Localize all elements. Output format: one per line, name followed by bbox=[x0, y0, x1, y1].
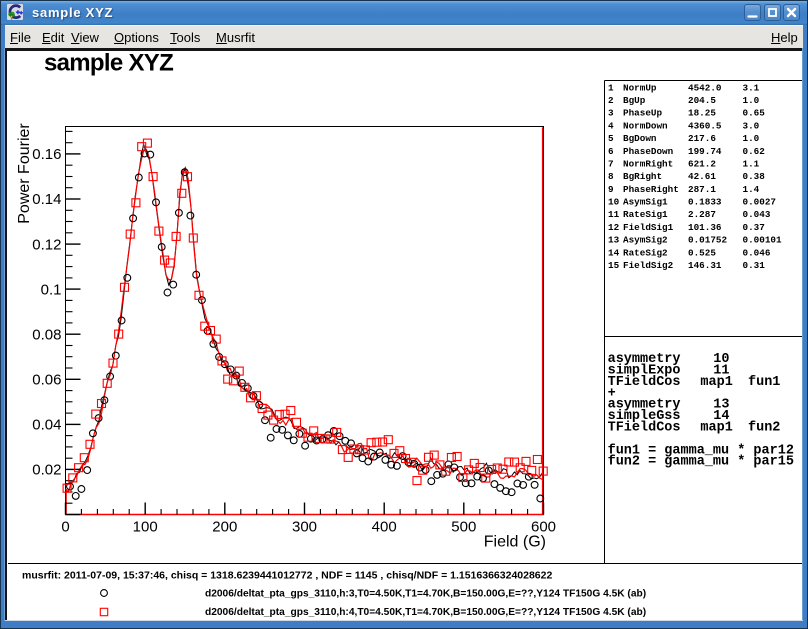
svg-text:0: 0 bbox=[61, 519, 69, 536]
svg-text:6: 6 bbox=[608, 146, 614, 157]
svg-text:10: 10 bbox=[608, 197, 620, 208]
svg-text:0.14: 0.14 bbox=[32, 191, 61, 208]
svg-text:287.1: 287.1 bbox=[688, 184, 716, 195]
svg-text:RateSig1: RateSig1 bbox=[623, 209, 668, 220]
svg-text:1.0: 1.0 bbox=[743, 95, 760, 106]
svg-text:0.12: 0.12 bbox=[32, 236, 61, 253]
svg-text:FieldSig2: FieldSig2 bbox=[623, 260, 674, 271]
svg-text:1.1: 1.1 bbox=[743, 158, 760, 169]
svg-text:fun1: fun1 bbox=[748, 375, 780, 390]
svg-text:15: 15 bbox=[608, 260, 620, 271]
svg-text:199.74: 199.74 bbox=[688, 146, 722, 157]
svg-text:Field (G): Field (G) bbox=[484, 534, 546, 551]
svg-text:0.65: 0.65 bbox=[743, 108, 766, 119]
svg-text:400: 400 bbox=[372, 519, 397, 536]
svg-text:0.1833: 0.1833 bbox=[688, 197, 722, 208]
svg-text:204.5: 204.5 bbox=[688, 95, 716, 106]
svg-text:AsymSig2: AsymSig2 bbox=[623, 235, 668, 246]
svg-text:TFieldCos: TFieldCos bbox=[608, 375, 681, 390]
svg-text:fun2 = gamma_mu * par15: fun2 = gamma_mu * par15 bbox=[608, 455, 794, 470]
svg-text:map1: map1 bbox=[700, 375, 732, 390]
svg-text:musrfit: 2011-07-09, 15:37:46,: musrfit: 2011-07-09, 15:37:46, chisq = 1… bbox=[22, 570, 552, 582]
svg-text:2: 2 bbox=[608, 95, 614, 106]
svg-text:PhaseRight: PhaseRight bbox=[623, 184, 679, 195]
svg-text:0.02: 0.02 bbox=[32, 462, 61, 479]
svg-text:42.61: 42.61 bbox=[688, 171, 716, 182]
svg-text:18.25: 18.25 bbox=[688, 108, 716, 119]
svg-text:9: 9 bbox=[608, 184, 614, 195]
svg-text:217.6: 217.6 bbox=[688, 133, 716, 144]
svg-text:3.1: 3.1 bbox=[743, 82, 760, 93]
svg-text:0.06: 0.06 bbox=[32, 372, 61, 389]
svg-text:0.0027: 0.0027 bbox=[743, 197, 776, 208]
svg-text:12: 12 bbox=[608, 222, 620, 233]
svg-text:map1: map1 bbox=[700, 421, 732, 436]
svg-text:0.043: 0.043 bbox=[743, 209, 771, 220]
svg-text:BgRight: BgRight bbox=[623, 171, 662, 182]
svg-text:Power Fourier: Power Fourier bbox=[16, 123, 33, 224]
svg-text:0.01752: 0.01752 bbox=[688, 235, 727, 246]
svg-text:NormRight: NormRight bbox=[623, 158, 673, 169]
svg-text:0.1: 0.1 bbox=[41, 281, 62, 298]
svg-text:0.00101: 0.00101 bbox=[743, 235, 782, 246]
svg-text:300: 300 bbox=[292, 519, 317, 536]
svg-text:d2006/deltat_pta_gps_3110,h:4,: d2006/deltat_pta_gps_3110,h:4,T0=4.50K,T… bbox=[205, 607, 646, 618]
svg-text:0.046: 0.046 bbox=[743, 247, 771, 258]
svg-text:8: 8 bbox=[608, 171, 614, 182]
svg-text:3.0: 3.0 bbox=[743, 120, 760, 131]
svg-text:sample XYZ: sample XYZ bbox=[44, 50, 173, 77]
svg-text:0.37: 0.37 bbox=[743, 222, 765, 233]
svg-text:1.4: 1.4 bbox=[743, 184, 760, 195]
svg-text:14: 14 bbox=[608, 247, 620, 258]
svg-text:13: 13 bbox=[608, 235, 620, 246]
svg-text:621.2: 621.2 bbox=[688, 158, 716, 169]
svg-text:NormUp: NormUp bbox=[623, 82, 657, 93]
svg-text:RateSig2: RateSig2 bbox=[623, 247, 668, 258]
svg-text:0.04: 0.04 bbox=[32, 417, 61, 434]
svg-text:1.0: 1.0 bbox=[743, 133, 760, 144]
svg-text:NormDown: NormDown bbox=[623, 120, 668, 131]
svg-text:100: 100 bbox=[133, 519, 158, 536]
svg-text:0.38: 0.38 bbox=[743, 171, 766, 182]
svg-text:0.16: 0.16 bbox=[32, 146, 61, 163]
svg-text:200: 200 bbox=[212, 519, 237, 536]
svg-text:3: 3 bbox=[608, 108, 614, 119]
svg-text:PhaseDown: PhaseDown bbox=[623, 146, 674, 157]
svg-text:0.31: 0.31 bbox=[743, 260, 766, 271]
svg-text:4360.5: 4360.5 bbox=[688, 120, 722, 131]
svg-text:TFieldCos: TFieldCos bbox=[608, 421, 681, 436]
svg-text:FieldSig1: FieldSig1 bbox=[623, 222, 674, 233]
svg-text:500: 500 bbox=[451, 519, 476, 536]
svg-text:2.287: 2.287 bbox=[688, 209, 716, 220]
svg-text:0.08: 0.08 bbox=[32, 326, 61, 343]
svg-text:0.62: 0.62 bbox=[743, 146, 766, 157]
svg-text:5: 5 bbox=[608, 133, 614, 144]
svg-text:AsymSig1: AsymSig1 bbox=[623, 197, 668, 208]
svg-text:BgUp: BgUp bbox=[623, 95, 646, 106]
svg-text:BgDown: BgDown bbox=[623, 133, 657, 144]
svg-text:fun2: fun2 bbox=[748, 421, 780, 436]
svg-text:146.31: 146.31 bbox=[688, 260, 722, 271]
svg-text:11: 11 bbox=[608, 209, 620, 220]
svg-text:PhaseUp: PhaseUp bbox=[623, 108, 662, 119]
svg-text:101.36: 101.36 bbox=[688, 222, 722, 233]
svg-text:4: 4 bbox=[608, 120, 614, 131]
svg-text:d2006/deltat_pta_gps_3110,h:3,: d2006/deltat_pta_gps_3110,h:3,T0=4.50K,T… bbox=[205, 589, 646, 600]
svg-text:4542.0: 4542.0 bbox=[688, 82, 722, 93]
svg-text:1: 1 bbox=[608, 82, 614, 93]
svg-text:7: 7 bbox=[608, 158, 614, 169]
svg-text:0.525: 0.525 bbox=[688, 247, 716, 258]
